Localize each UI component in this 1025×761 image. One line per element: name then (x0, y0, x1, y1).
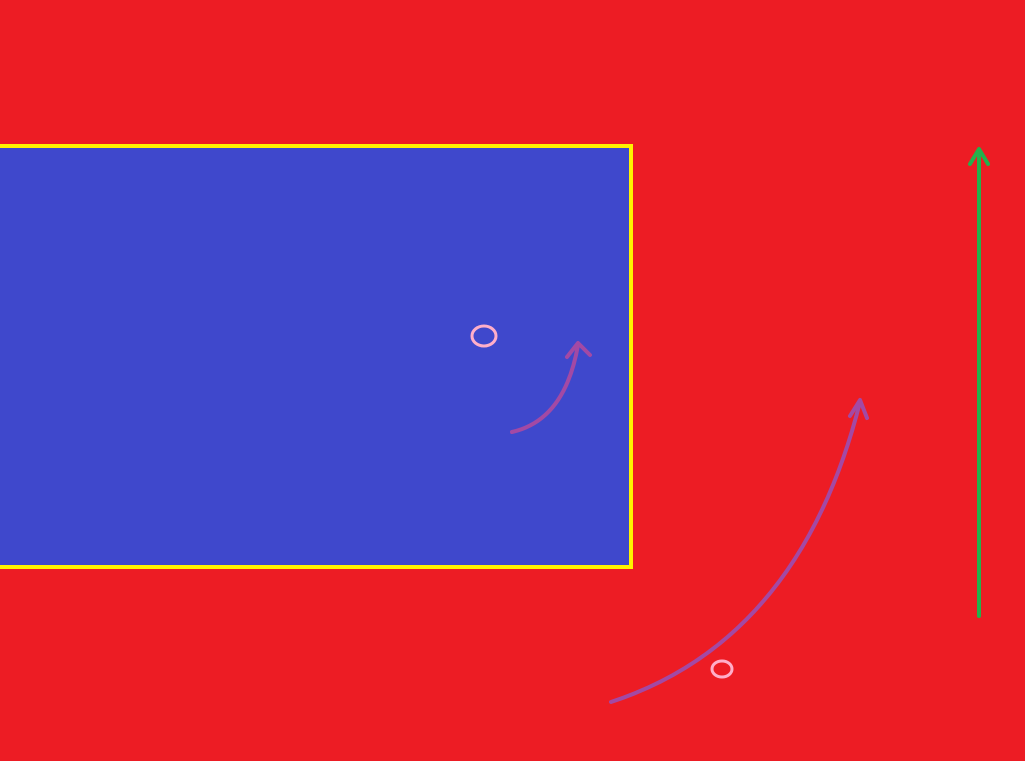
scene-svg (0, 0, 1025, 761)
blue-panel (0, 144, 633, 569)
drawing-canvas (0, 0, 1025, 761)
